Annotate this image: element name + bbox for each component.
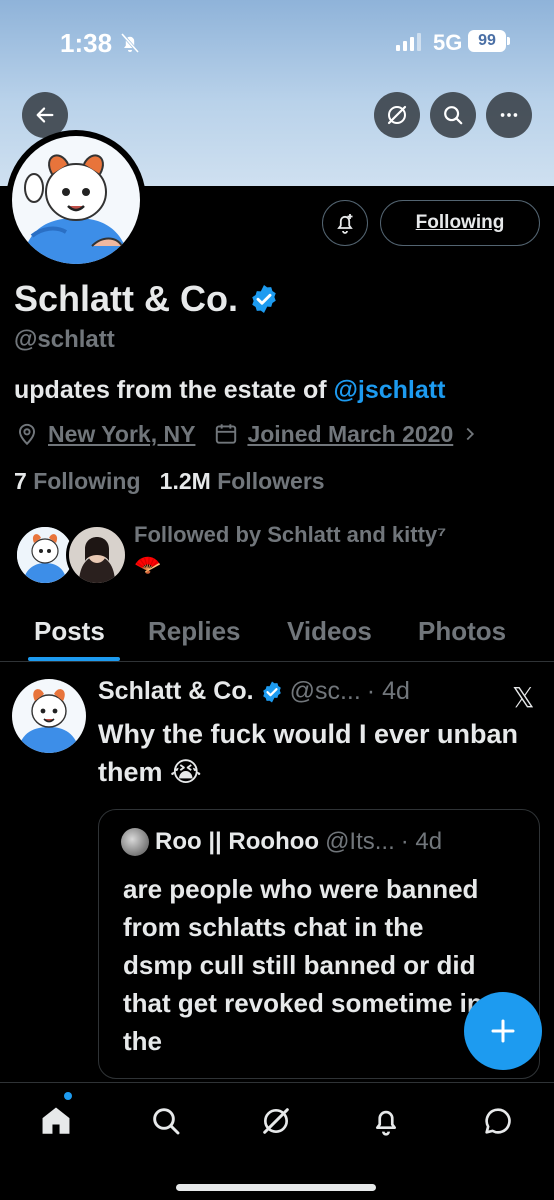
home-indicator (176, 1184, 376, 1191)
following-count-link[interactable]: 7 Following (14, 468, 141, 494)
quote-header: Roo || Roohoo @Its... · 4d (121, 828, 442, 856)
follower-avatar-kitty (66, 524, 128, 586)
compose-button[interactable] (464, 992, 542, 1070)
signal-icon (396, 33, 421, 51)
notifications-icon (376, 1110, 396, 1136)
followers-count-link[interactable]: 1.2M Followers (160, 468, 325, 494)
joined-date[interactable]: Joined March 2020 (247, 421, 453, 448)
grok-icon (263, 1108, 289, 1134)
fan-emoji: 🪭 (134, 552, 162, 577)
quote-avatar (121, 828, 149, 856)
quote-text: are people who were banned from schlatts… (123, 874, 483, 1056)
bottom-nav (0, 1082, 554, 1200)
more-icon (500, 113, 518, 117)
tab-photos[interactable]: Photos (418, 616, 506, 647)
network-type: 5G (433, 30, 463, 55)
plus-icon (491, 1019, 515, 1043)
tab-posts[interactable]: Posts (34, 616, 105, 647)
profile-meta: New York, NY Joined March 2020 (14, 418, 554, 450)
chevron-right-icon[interactable] (461, 423, 479, 445)
followed-by-label: Followed by Schlatt and kitty⁷ (134, 522, 447, 547)
search-button[interactable] (430, 92, 476, 138)
x-logo-icon: 𝕏 (512, 682, 535, 713)
location-link[interactable]: New York, NY (48, 421, 195, 448)
tab-replies[interactable]: Replies (148, 616, 241, 647)
battery-icon: 99 (468, 30, 506, 52)
verified-badge-icon (262, 681, 281, 702)
calendar-icon (216, 424, 237, 444)
bio-mention-link[interactable]: @jschlatt (334, 376, 446, 404)
home-icon (42, 1107, 70, 1134)
profile-avatar[interactable] (6, 130, 146, 270)
display-name-text: Schlatt & Co. (14, 278, 239, 319)
bell-off-icon (120, 33, 140, 53)
nav-home[interactable] (36, 1101, 76, 1141)
post-avatar[interactable] (12, 679, 86, 753)
followed-by-text[interactable]: Followed by Schlatt and kitty⁷ 🪭 (134, 520, 544, 580)
status-time: 1:38 (60, 28, 113, 58)
nav-grok[interactable] (256, 1101, 296, 1141)
quote-author-handle: @Its... (325, 828, 395, 855)
active-tab-indicator (28, 657, 120, 661)
grok-button[interactable] (374, 92, 420, 138)
verified-badge-icon[interactable] (248, 283, 280, 315)
status-bar: 1:38 5G 99 (0, 0, 554, 86)
post-author-handle: @sc... (289, 677, 361, 705)
post-header: Schlatt & Co. @sc... · 4d (98, 677, 410, 706)
post-text: Why the fuck would I ever unban them 😭 (98, 719, 519, 787)
location-icon (18, 423, 36, 446)
profile-display-name: Schlatt & Co. (14, 278, 280, 320)
bio-text: updates from the estate of (14, 376, 334, 404)
profile-tabs: Posts Replies Videos Photos (0, 606, 554, 662)
profile-handle: @schlatt (14, 326, 115, 353)
post-author-name[interactable]: Schlatt & Co. (98, 677, 254, 706)
nav-explore[interactable] (146, 1101, 186, 1141)
quote-author-name: Roo || Roohoo (155, 828, 320, 855)
messages-icon (485, 1108, 511, 1134)
search-icon (444, 106, 463, 125)
more-button[interactable] (486, 92, 532, 138)
home-notification-dot (64, 1092, 72, 1100)
profile-bio: updates from the estate of @jschlatt (14, 376, 445, 405)
quote-time: · 4d (400, 828, 443, 855)
following-button[interactable]: Following (380, 200, 540, 246)
battery-nub (507, 37, 510, 45)
grok-icon (387, 105, 407, 125)
followed-by-avatars[interactable] (14, 524, 128, 588)
nav-notifications[interactable] (366, 1101, 406, 1141)
explore-icon (153, 1108, 180, 1135)
post-time: · 4d (366, 677, 410, 705)
avatar-illustration (12, 136, 140, 264)
follow-counts: 7 Following 1.2M Followers (14, 468, 325, 495)
back-arrow-icon (36, 107, 54, 123)
nav-messages[interactable] (478, 1101, 518, 1141)
bell-plus-icon (337, 214, 353, 234)
notify-bell-button[interactable] (322, 200, 368, 246)
tab-videos[interactable]: Videos (287, 616, 372, 647)
